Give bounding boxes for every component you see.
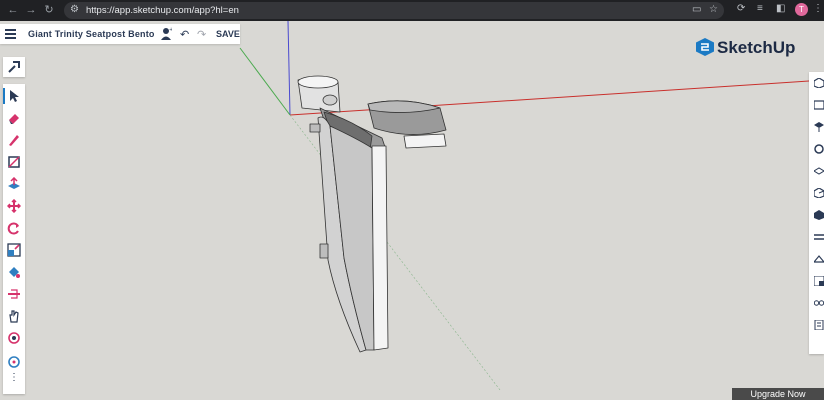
bookmark-star-icon[interactable]: ☆ [709, 4, 718, 15]
outliner-button[interactable] [811, 228, 824, 248]
solid-tools-icon [814, 255, 824, 263]
select-tool[interactable] [3, 86, 25, 106]
eraser-icon [9, 114, 19, 124]
paint-bucket-icon [9, 267, 20, 278]
blue-axis [287, 21, 291, 116]
section-plane-icon [8, 289, 20, 299]
scenes-button[interactable] [811, 184, 824, 204]
extension-icon[interactable]: ⟳ [737, 3, 745, 14]
solid-tools-button[interactable] [811, 250, 824, 270]
upgrade-now-button[interactable]: Upgrade Now [732, 388, 824, 400]
document-title[interactable]: Giant Trinity Seatpost Bento [28, 29, 155, 39]
instructor-button[interactable] [811, 96, 824, 116]
tape-measure-tool[interactable] [3, 352, 25, 372]
svg-text:+: + [169, 27, 172, 33]
tape-measure-icon [8, 356, 20, 368]
search-tool-icon [8, 61, 20, 73]
styles-button[interactable] [811, 162, 824, 182]
logo-text: SketchUp [717, 38, 796, 57]
section-plane-tool[interactable] [3, 284, 25, 304]
report-icon [814, 320, 824, 330]
scale-tool[interactable] [3, 240, 25, 260]
pan-tool[interactable] [3, 306, 25, 326]
glasses-icon [814, 300, 824, 306]
push-pull-icon [8, 177, 20, 189]
styles-icon [814, 167, 824, 175]
move-tool[interactable] [3, 196, 25, 216]
glasses-button[interactable] [811, 294, 824, 314]
layers-icon [814, 210, 824, 220]
rotate-tool[interactable] [3, 218, 25, 238]
save-button[interactable]: SAVE [216, 29, 240, 39]
browser-toolbar: ← → ↻ ⚙ https://app.sketchup.com/app?hl=… [0, 0, 824, 21]
outliner-icon [814, 234, 824, 240]
model-canvas[interactable] [0, 21, 824, 400]
rectangle-tool[interactable] [3, 152, 25, 172]
reload-icon[interactable]: ↻ [42, 3, 56, 17]
scenes-icon [814, 188, 824, 198]
pencil-icon [9, 135, 19, 146]
display-button[interactable] [811, 272, 824, 292]
undo-icon[interactable]: ↶ [180, 28, 189, 41]
redo-icon[interactable]: ↷ [197, 28, 206, 41]
push-pull-tool[interactable] [3, 174, 25, 194]
share-user-icon[interactable]: + [160, 27, 172, 41]
forward-icon[interactable]: → [24, 3, 38, 17]
orbit-icon [8, 332, 20, 344]
browser-menu-icon[interactable]: ⋮ [813, 3, 823, 14]
report-button[interactable] [811, 316, 824, 336]
back-icon[interactable]: ← [6, 3, 20, 17]
materials-button[interactable] [811, 140, 824, 160]
reading-list-icon[interactable]: ≡ [757, 3, 763, 14]
left-toolbar: ⋮ [3, 84, 25, 394]
sketchup-logo: SketchUp [695, 37, 795, 61]
scale-icon [7, 243, 21, 257]
materials-icon [814, 144, 824, 154]
instructor-icon [814, 100, 824, 110]
orbit-tool[interactable] [3, 328, 25, 348]
seatpost-bento-model[interactable] [297, 75, 447, 353]
search-tool-button[interactable] [3, 57, 25, 77]
layers-button[interactable] [811, 206, 824, 226]
right-panel-toolbar [809, 72, 824, 354]
components-icon [814, 122, 824, 132]
display-icon [814, 276, 824, 286]
paint-bucket-tool[interactable] [3, 262, 25, 282]
pencil-tool[interactable] [3, 130, 25, 150]
site-info-icon[interactable]: ⚙ [70, 4, 79, 15]
select-icon [10, 90, 19, 102]
pan-icon [9, 310, 19, 323]
move-icon [7, 199, 21, 213]
rectangle-icon [8, 156, 20, 168]
entity-info-icon [814, 78, 824, 88]
eraser-tool[interactable] [3, 108, 25, 128]
more-tools-icon[interactable]: ⋮ [3, 373, 25, 388]
profile-avatar[interactable]: T [795, 3, 808, 16]
menu-icon[interactable] [5, 29, 16, 39]
entity-info-button[interactable] [811, 74, 824, 94]
sidepanel-icon[interactable]: ◧ [776, 3, 785, 14]
components-button[interactable] [811, 118, 824, 138]
title-bar: Giant Trinity Seatpost Bento + ↶ ↷ SAVE [0, 24, 240, 44]
sketchup-logo-icon [696, 38, 714, 56]
rotate-icon [7, 222, 19, 235]
install-app-icon[interactable]: ▭ [692, 4, 701, 15]
url-text: https://app.sketchup.com/app?hl=en [86, 5, 239, 16]
address-bar[interactable]: ⚙ https://app.sketchup.com/app?hl=en ▭ ☆ [64, 2, 724, 19]
model-viewport[interactable] [0, 21, 824, 400]
green-axis [239, 47, 291, 116]
